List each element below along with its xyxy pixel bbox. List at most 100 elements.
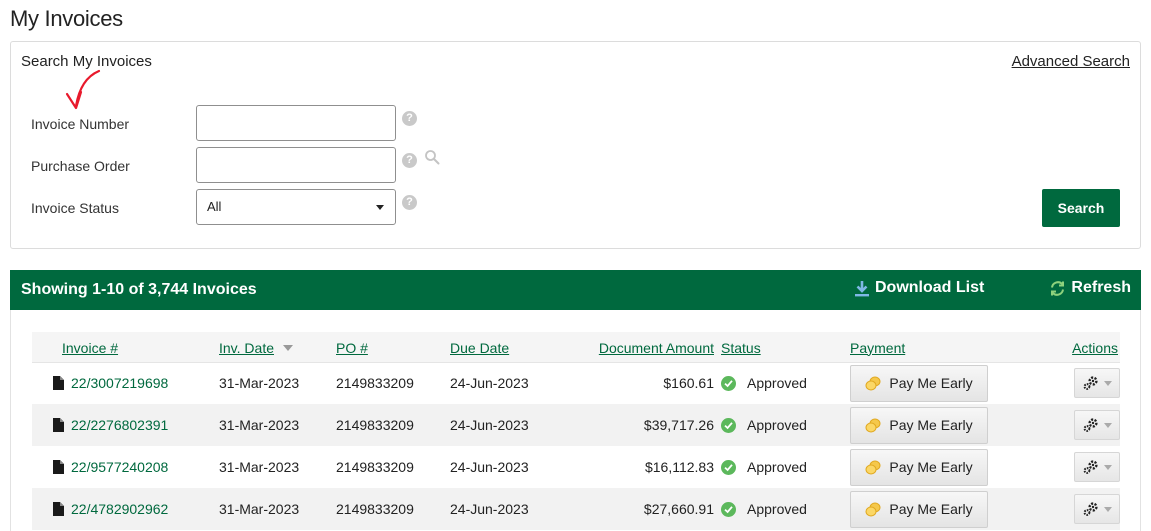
check-circle-icon: [721, 501, 736, 517]
status-cell: Approved: [721, 404, 850, 446]
check-circle-icon: [721, 459, 736, 475]
amount-cell: $160.61: [663, 375, 714, 392]
page-title: My Invoices: [10, 6, 123, 31]
column-header-due-date[interactable]: Due Date: [450, 332, 560, 363]
purchase-order-help-icon[interactable]: ?: [402, 153, 417, 168]
column-header-amount-label[interactable]: Document Amount: [599, 340, 714, 356]
invoice-number-link[interactable]: 22/3007219698: [71, 375, 168, 391]
payment-cell: Pay Me Early: [850, 362, 1040, 404]
amount-cell: $16,112.83: [644, 459, 714, 475]
po-cell: 2149833209: [336, 459, 414, 475]
column-header-po-label[interactable]: PO #: [336, 340, 368, 356]
sort-desc-icon[interactable]: [283, 344, 293, 351]
table-row: 22/4782902962 31-Mar-2023 2149833209 24-…: [32, 488, 1120, 530]
actions-cell: [1040, 488, 1120, 530]
actions-cell: [1040, 446, 1120, 488]
refresh-button[interactable]: Refresh: [1049, 279, 1131, 297]
coins-icon: [865, 418, 881, 432]
caret-down-icon: [1104, 422, 1112, 428]
pay-me-early-button[interactable]: Pay Me Early: [850, 364, 988, 402]
gear-icon: [1083, 376, 1098, 391]
column-header-status-label[interactable]: Status: [721, 340, 761, 356]
column-header-inv-date-label[interactable]: Inv. Date: [219, 340, 274, 356]
invoice-number-link[interactable]: 22/9577240208: [71, 459, 168, 475]
results-header-bar: Showing 1-10 of 3,744 Invoices Download …: [10, 270, 1141, 310]
inv-date-cell: 31-Mar-2023: [219, 459, 300, 475]
refresh-icon: [1051, 280, 1065, 296]
invoice-cell: 22/3007219698: [32, 362, 219, 404]
due-date-cell: 24-Jun-2023: [450, 375, 529, 392]
po-cell: 2149833209: [336, 488, 450, 530]
column-header-payment[interactable]: Payment: [850, 332, 1040, 363]
purchase-order-lookup-icon[interactable]: [424, 149, 440, 165]
purchase-order-input[interactable]: [196, 147, 396, 183]
column-header-inv-date[interactable]: Inv. Date: [219, 332, 336, 363]
table-row: 22/9577240208 31-Mar-2023 2149833209 24-…: [32, 446, 1120, 488]
check-circle-icon: [721, 375, 736, 391]
invoice-number-link[interactable]: 22/4782902962: [71, 501, 168, 517]
invoice-number-input[interactable]: [196, 105, 396, 141]
gear-icon: [1083, 460, 1098, 474]
status-cell: Approved: [721, 446, 850, 488]
gear-icon: [1083, 502, 1098, 516]
search-panel: Search My Invoices Advanced Search Invoi…: [10, 41, 1141, 249]
invoice-status-select[interactable]: All: [196, 189, 396, 225]
coins-icon: [865, 502, 881, 516]
caret-down-icon: [1104, 380, 1112, 386]
payment-cell: Pay Me Early: [850, 488, 1040, 530]
amount-cell: $39,717.26: [560, 404, 721, 446]
document-icon: [53, 418, 64, 432]
pay-me-early-label: Pay Me Early: [889, 417, 973, 433]
status-cell: Approved: [721, 362, 850, 404]
pay-me-early-label: Pay Me Early: [889, 459, 973, 475]
document-icon: [53, 460, 64, 474]
caret-down-icon: [1104, 506, 1112, 512]
status-text: Approved: [747, 417, 807, 433]
chevron-down-icon: [376, 205, 384, 210]
column-header-invoice[interactable]: Invoice #: [32, 332, 219, 363]
invoice-number-link[interactable]: 22/2276802391: [71, 417, 168, 433]
download-list-button[interactable]: Download List: [854, 279, 984, 297]
column-header-due-date-label[interactable]: Due Date: [450, 340, 509, 356]
column-header-actions[interactable]: Actions: [1040, 332, 1120, 363]
status-text: Approved: [747, 459, 807, 475]
invoice-cell: 22/4782902962: [32, 488, 219, 530]
status-cell: Approved: [721, 488, 850, 530]
pay-me-early-button[interactable]: Pay Me Early: [850, 448, 988, 486]
caret-down-icon: [1104, 464, 1112, 470]
invoice-cell: 22/9577240208: [32, 446, 219, 488]
due-date-cell: 24-Jun-2023: [450, 459, 529, 475]
column-header-status[interactable]: Status: [721, 332, 850, 363]
actions-menu-button[interactable]: [1074, 452, 1120, 482]
advanced-search-link[interactable]: Advanced Search: [1012, 53, 1130, 70]
search-button[interactable]: Search: [1042, 189, 1120, 227]
column-header-invoice-label[interactable]: Invoice #: [62, 340, 118, 356]
actions-menu-button[interactable]: [1074, 410, 1120, 440]
po-cell: 2149833209: [336, 404, 450, 446]
invoice-number-help-icon[interactable]: ?: [402, 111, 417, 126]
invoice-status-help-icon[interactable]: ?: [402, 195, 417, 210]
pay-me-early-button[interactable]: Pay Me Early: [850, 406, 988, 444]
actions-cell: [1040, 362, 1120, 404]
status-text: Approved: [747, 375, 807, 392]
actions-cell: [1040, 404, 1120, 446]
download-icon: [855, 280, 869, 296]
actions-menu-button[interactable]: [1074, 494, 1120, 524]
inv-date-cell: 31-Mar-2023: [219, 375, 300, 392]
purchase-order-label: Purchase Order: [31, 158, 130, 174]
invoice-table: Invoice # Inv. Date PO # Due Date Docume…: [32, 332, 1120, 530]
column-header-payment-label[interactable]: Payment: [850, 340, 905, 356]
pay-me-early-button[interactable]: Pay Me Early: [850, 490, 988, 528]
column-header-actions-label[interactable]: Actions: [1072, 340, 1118, 356]
refresh-label: Refresh: [1071, 279, 1131, 296]
status-text: Approved: [747, 501, 807, 517]
column-header-amount[interactable]: Document Amount: [560, 332, 721, 363]
invoice-status-selected: All: [207, 199, 222, 214]
coins-icon: [865, 376, 881, 391]
column-header-po[interactable]: PO #: [336, 332, 450, 363]
po-cell: 2149833209: [336, 375, 414, 392]
invoice-status-label: Invoice Status: [31, 200, 119, 216]
actions-menu-button[interactable]: [1074, 368, 1120, 399]
payment-cell: Pay Me Early: [850, 404, 1040, 446]
invoice-number-label: Invoice Number: [31, 116, 130, 132]
